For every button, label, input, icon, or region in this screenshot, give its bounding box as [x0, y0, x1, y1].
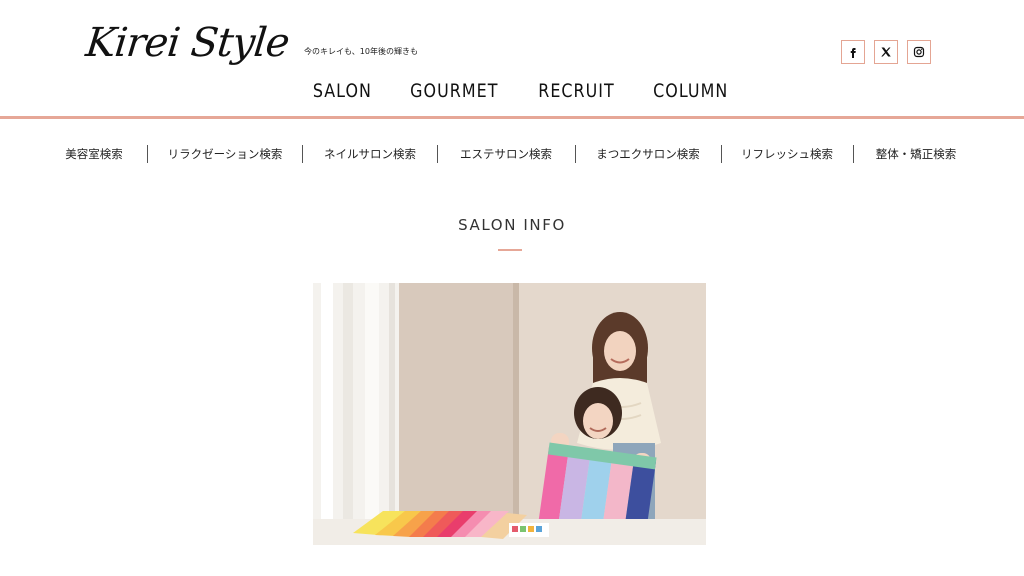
nav-gourmet[interactable]: GOURMET — [410, 81, 498, 102]
category-hair-salon[interactable]: 美容室検索 — [65, 144, 123, 164]
facebook-link[interactable] — [841, 40, 865, 64]
site-header: Kirei Style 今のキレイも、10年後の輝きも SALON GOURME… — [0, 0, 1024, 118]
category-nail-salon[interactable]: ネイルサロン検索 — [324, 144, 416, 164]
section-title-underline — [498, 249, 522, 251]
category-eyelash-salon[interactable]: まつエクサロン検索 — [596, 144, 700, 164]
facebook-icon — [850, 48, 856, 58]
category-separator — [575, 145, 576, 163]
site-tagline: 今のキレイも、10年後の輝きも — [304, 47, 418, 56]
category-chiropractic[interactable]: 整体・矯正検索 — [876, 144, 957, 164]
x-icon — [881, 47, 891, 57]
category-refresh[interactable]: リフレッシュ検索 — [741, 144, 833, 164]
category-separator — [147, 145, 148, 163]
section-title: SALON INFO — [458, 216, 566, 234]
main-nav: SALON GOURMET RECRUIT COLUMN — [0, 81, 1024, 102]
category-separator — [853, 145, 854, 163]
category-separator — [302, 145, 303, 163]
header-divider — [0, 116, 1024, 119]
instagram-icon — [913, 46, 925, 58]
nav-column[interactable]: COLUMN — [653, 81, 728, 102]
category-separator — [721, 145, 722, 163]
nav-salon[interactable]: SALON — [313, 81, 372, 102]
x-link[interactable] — [874, 40, 898, 64]
salon-photo-illustration — [313, 283, 706, 545]
instagram-link[interactable] — [907, 40, 931, 64]
category-nav: 美容室検索 リラクゼーション検索 ネイルサロン検索 エステサロン検索 まつエクサ… — [0, 144, 1024, 164]
category-esthetic-salon[interactable]: エステサロン検索 — [460, 144, 552, 164]
site-logo[interactable]: Kirei Style — [84, 20, 291, 66]
salon-photo[interactable] — [313, 283, 706, 545]
category-relaxation[interactable]: リラクゼーション検索 — [168, 144, 283, 164]
category-separator — [437, 145, 438, 163]
nav-recruit[interactable]: RECRUIT — [538, 81, 615, 102]
